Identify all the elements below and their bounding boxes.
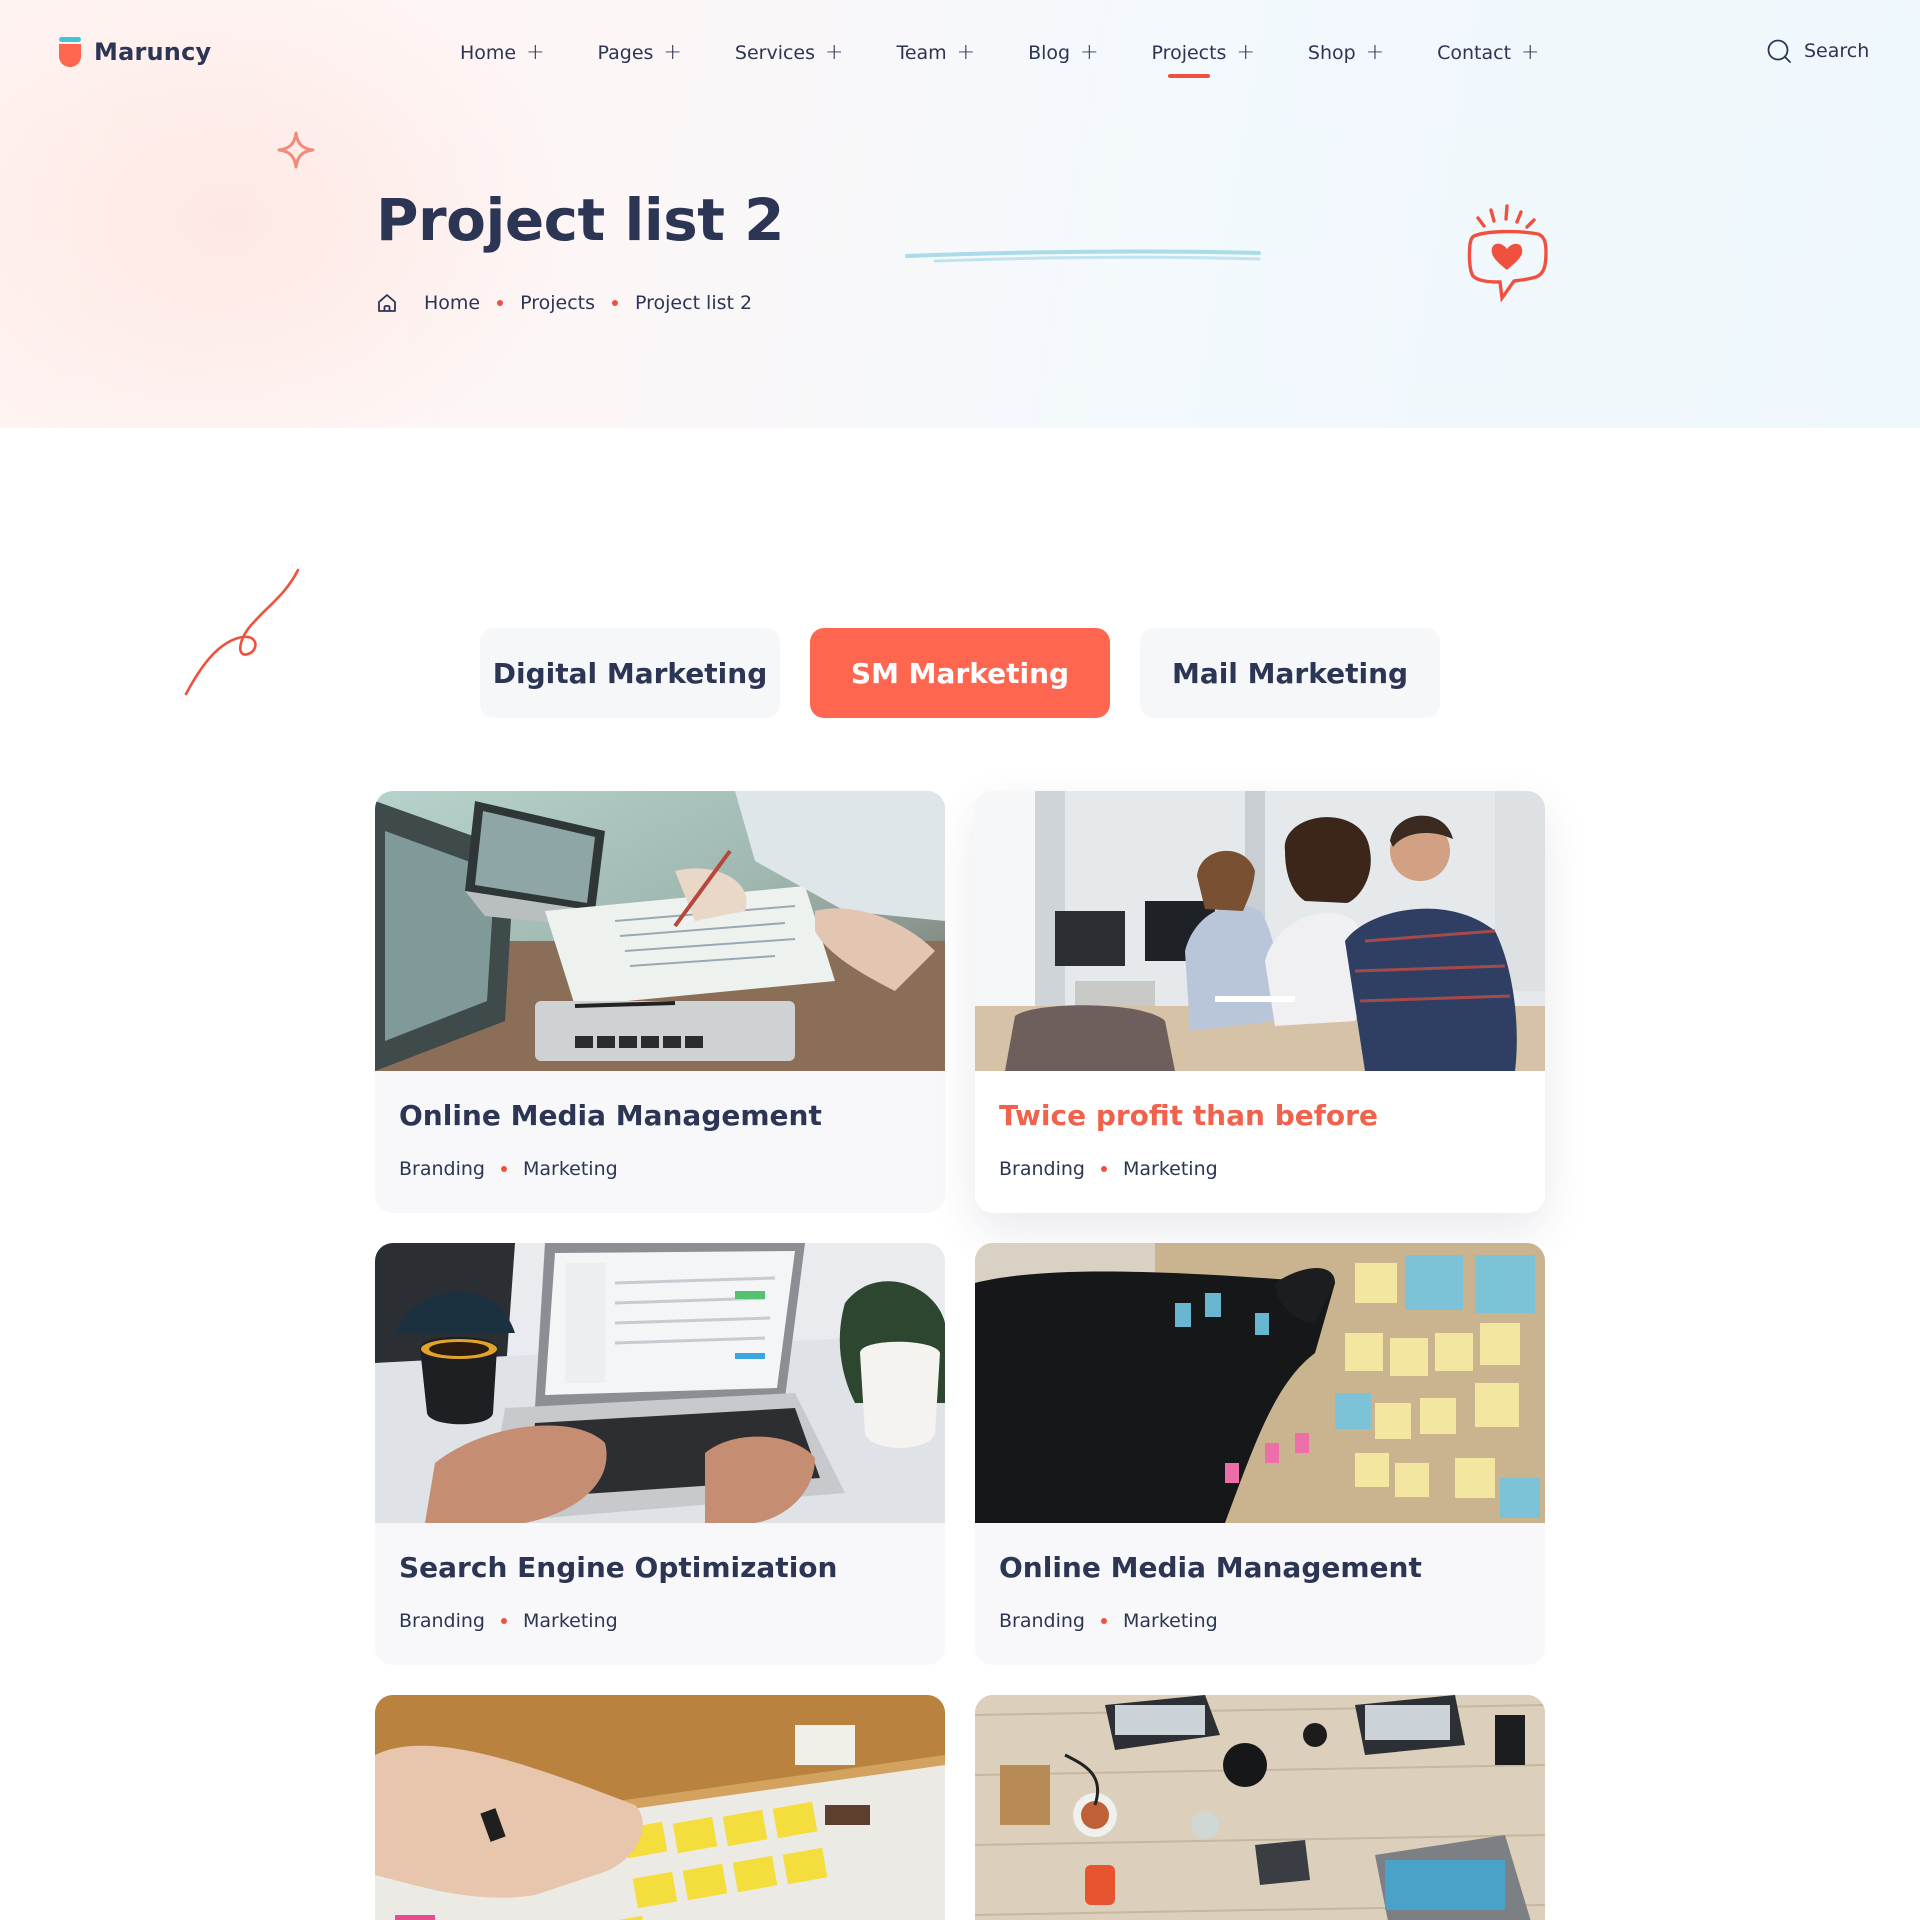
- project-title[interactable]: Online Media Management: [999, 1551, 1521, 1584]
- project-card[interactable]: [975, 1695, 1545, 1920]
- breadcrumb-separator: [497, 300, 504, 306]
- project-card[interactable]: Twice profit than before Branding Market…: [975, 791, 1545, 1213]
- category-tabs: Digital Marketing SM Marketing Mail Mark…: [480, 628, 1440, 718]
- plus-icon: +: [1521, 40, 1540, 65]
- site-logo[interactable]: Maruncy: [58, 36, 211, 68]
- plus-icon: +: [1080, 40, 1099, 65]
- nav-item-pages[interactable]: Pages +: [597, 40, 682, 65]
- tab-digital-marketing[interactable]: Digital Marketing: [480, 628, 780, 718]
- project-card[interactable]: Search Engine Optimization Branding Mark…: [375, 1243, 945, 1665]
- tab-mail-marketing[interactable]: Mail Marketing: [1140, 628, 1440, 718]
- nav-item-services[interactable]: Services +: [734, 40, 844, 65]
- logo-text: Maruncy: [94, 38, 212, 66]
- search-label: Search: [1804, 40, 1870, 62]
- card-body: Online Media Management Branding Marketi…: [375, 1071, 945, 1180]
- project-card[interactable]: Online Media Management Branding Marketi…: [975, 1243, 1545, 1665]
- tag-marketing[interactable]: Marketing: [523, 1158, 618, 1180]
- card-body: Search Engine Optimization Branding Mark…: [375, 1523, 945, 1632]
- main-nav: Home + Pages + Services + Team + Blog + …: [460, 40, 1592, 78]
- nav-item-contact[interactable]: Contact +: [1437, 40, 1540, 65]
- project-title[interactable]: Twice profit than before: [999, 1099, 1521, 1132]
- heart-chat-icon: [1467, 204, 1548, 303]
- project-image-sticky-notes-board: [975, 1243, 1545, 1523]
- project-image-laptops-paperwork: [375, 791, 945, 1071]
- home-icon[interactable]: [376, 292, 398, 314]
- nav-item-projects[interactable]: Projects +: [1151, 40, 1255, 78]
- tag-separator: [1100, 1166, 1107, 1172]
- tag-separator: [1100, 1618, 1107, 1624]
- squiggle-decoration: [184, 568, 300, 696]
- nav-label: Home: [460, 42, 517, 64]
- plus-icon: +: [956, 40, 976, 65]
- tag-branding[interactable]: Branding: [999, 1158, 1085, 1180]
- plus-icon: +: [825, 40, 844, 65]
- nav-label: Pages: [597, 42, 654, 64]
- project-image-laptop-coffee: [375, 1243, 945, 1523]
- tag-marketing[interactable]: Marketing: [1123, 1610, 1218, 1632]
- plus-icon: +: [1236, 40, 1255, 65]
- card-body: Twice profit than before Branding Market…: [975, 1071, 1545, 1180]
- nav-item-shop[interactable]: Shop +: [1307, 40, 1385, 65]
- tab-sm-marketing[interactable]: SM Marketing: [810, 628, 1110, 718]
- nav-label: Contact: [1437, 42, 1512, 64]
- tag-separator: [500, 1166, 507, 1172]
- plus-icon: +: [526, 40, 545, 65]
- project-card[interactable]: Online Media Management Branding Marketi…: [375, 791, 945, 1213]
- tag-branding[interactable]: Branding: [999, 1610, 1085, 1632]
- plus-icon: +: [663, 40, 682, 65]
- cup-logo-icon: [59, 37, 81, 67]
- breadcrumb-separator: [612, 300, 619, 306]
- page-hero: Maruncy Home + Pages + Services + Team +…: [0, 0, 1920, 428]
- tag-marketing[interactable]: Marketing: [1123, 1158, 1218, 1180]
- project-card[interactable]: [375, 1695, 945, 1920]
- project-tags: Branding Marketing: [999, 1158, 1521, 1180]
- plus-icon: +: [1365, 40, 1385, 65]
- nav-label: Blog: [1028, 42, 1071, 64]
- tag-branding[interactable]: Branding: [399, 1158, 485, 1180]
- project-tags: Branding Marketing: [399, 1158, 921, 1180]
- project-title[interactable]: Online Media Management: [399, 1099, 921, 1132]
- nav-label: Projects: [1151, 42, 1227, 64]
- breadcrumb: Home Projects Project list 2: [376, 292, 752, 314]
- breadcrumb-projects[interactable]: Projects: [520, 292, 595, 314]
- breadcrumb-current: Project list 2: [635, 292, 753, 314]
- nav-label: Services: [734, 42, 816, 64]
- nav-item-home[interactable]: Home +: [460, 40, 545, 65]
- card-body: Online Media Management Branding Marketi…: [975, 1523, 1545, 1632]
- project-title[interactable]: Search Engine Optimization: [399, 1551, 921, 1584]
- tag-separator: [500, 1618, 507, 1624]
- nav-item-blog[interactable]: Blog +: [1028, 40, 1099, 65]
- tag-marketing[interactable]: Marketing: [523, 1610, 618, 1632]
- project-tags: Branding Marketing: [999, 1610, 1521, 1632]
- breadcrumb-home[interactable]: Home: [424, 292, 480, 314]
- nav-label: Team: [896, 42, 947, 64]
- search-button[interactable]: Search: [1766, 38, 1869, 64]
- project-tags: Branding Marketing: [399, 1610, 921, 1632]
- brush-stroke-decoration: [905, 249, 1261, 263]
- page-title: Project list 2: [376, 186, 785, 254]
- tag-branding[interactable]: Branding: [399, 1610, 485, 1632]
- project-grid: Online Media Management Branding Marketi…: [375, 791, 1545, 1920]
- project-image-team-at-desk: [975, 791, 1545, 1071]
- project-image-planning-table: [375, 1695, 945, 1920]
- nav-label: Shop: [1307, 42, 1356, 64]
- nav-item-team[interactable]: Team +: [896, 40, 976, 65]
- search-icon: [1767, 39, 1791, 63]
- sparkle-icon: [277, 131, 315, 169]
- project-image-workspace-top-view: [975, 1695, 1545, 1920]
